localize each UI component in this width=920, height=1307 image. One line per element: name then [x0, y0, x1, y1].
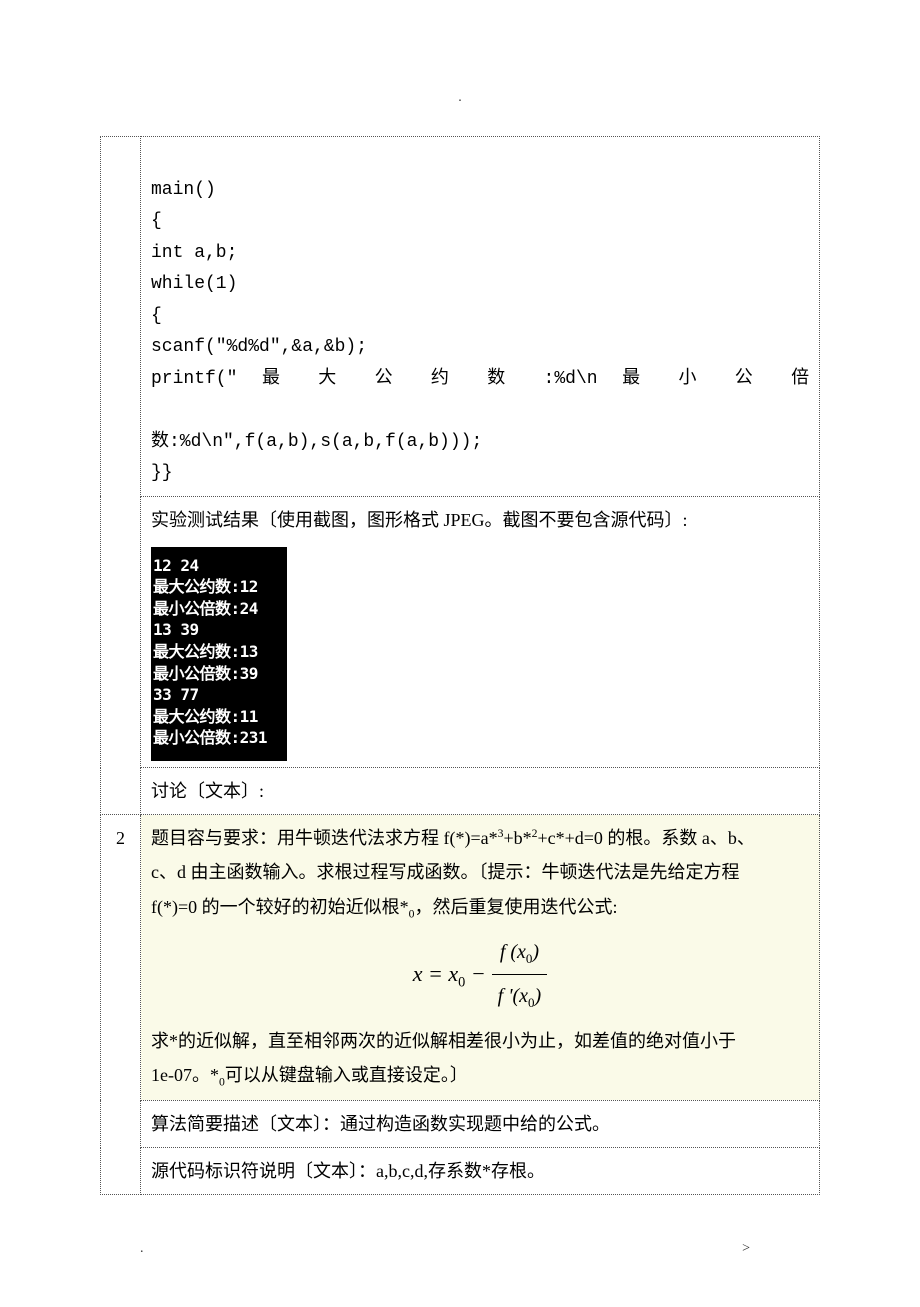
problem-text: c、d 由主函数输入。求根过程写成函数。〔提示：牛顿迭代法是先给定方程 — [151, 862, 740, 882]
code-line: scanf("%d%d",&a,&b); — [151, 337, 367, 357]
identifier-cell: 源代码标识符说明〔文本〕：a,b,c,d,存系数*存根。 — [141, 1148, 820, 1195]
table-row: 实验测试结果〔使用截图，图形格式 JPEG。截图不要包含源代码〕: 12 24 … — [101, 496, 820, 768]
document-page: . main() { int a,b; while(1) { scanf("%d… — [0, 0, 920, 1255]
terminal-output: 12 24 最大公约数:12 最小公倍数:24 13 39 最大公约数:13 最… — [151, 547, 287, 761]
source-code: main() { int a,b; while(1) { scanf("%d%d… — [151, 143, 809, 490]
content-table: main() { int a,b; while(1) { scanf("%d%d… — [100, 136, 820, 1195]
fraction-denominator: f '(x0) — [492, 975, 548, 1016]
code-cell: main() { int a,b; while(1) { scanf("%d%d… — [141, 137, 820, 497]
code-line: 数:%d\n",f(a,b),s(a,b,f(a,b))); — [151, 432, 482, 452]
problem-text: 1e-07。*0可以从键盘输入或直接设定。〕 — [151, 1065, 468, 1085]
table-row: 源代码标识符说明〔文本〕：a,b,c,d,存系数*存根。 — [101, 1148, 820, 1195]
footer-left: . — [140, 1241, 144, 1257]
footer-right: > — [742, 1241, 750, 1257]
problem-cell: 题目容与要求：用牛顿迭代法求方程 f(*)=a*3+b*2+c*+d=0 的根。… — [141, 815, 820, 1101]
code-line: { — [151, 211, 162, 231]
header-marker: . — [100, 90, 820, 106]
problem-text: 题目容与要求：用牛顿迭代法求方程 f(*)=a*3+b*2+c*+d=0 的根。… — [151, 828, 755, 848]
formula-lhs: x = x0 − — [413, 953, 486, 997]
code-line: main() — [151, 180, 216, 200]
page-footer: . > — [0, 1241, 920, 1257]
results-title: 实验测试结果〔使用截图，图形格式 JPEG。截图不要包含源代码〕: — [151, 503, 809, 537]
row-number-cell: 2 — [101, 815, 141, 1195]
row-number-cell — [101, 137, 141, 815]
algorithm-cell: 算法简要描述〔文本〕：通过构造函数实现题中给的公式。 — [141, 1100, 820, 1147]
code-line: }} — [151, 463, 173, 483]
code-line: printf(" 最 大 公 约 数 :%d\n 最 小 公 倍 — [151, 364, 809, 396]
formula-fraction: f (x0) f '(x0) — [492, 933, 548, 1015]
table-row: 2 题目容与要求：用牛顿迭代法求方程 f(*)=a*3+b*2+c*+d=0 的… — [101, 815, 820, 1101]
formula: x = x0 − f (x0) f '(x0) — [151, 931, 809, 1017]
table-row: 算法简要描述〔文本〕：通过构造函数实现题中给的公式。 — [101, 1100, 820, 1147]
table-row: main() { int a,b; while(1) { scanf("%d%d… — [101, 137, 820, 497]
results-cell: 实验测试结果〔使用截图，图形格式 JPEG。截图不要包含源代码〕: 12 24 … — [141, 496, 820, 768]
discussion-cell: 讨论〔文本〕: — [141, 768, 820, 815]
code-line: int a,b; — [151, 243, 237, 263]
table-row: 讨论〔文本〕: — [101, 768, 820, 815]
code-line: { — [151, 306, 162, 326]
code-line: while(1) — [151, 274, 237, 294]
problem-text: f(*)=0 的一个较好的初始近似根*0，然后重复使用迭代公式: — [151, 897, 617, 917]
fraction-numerator: f (x0) — [492, 933, 548, 975]
problem-text: 求*的近似解，直至相邻两次的近似解相差很小为止，如差值的绝对值小于 — [151, 1031, 736, 1051]
